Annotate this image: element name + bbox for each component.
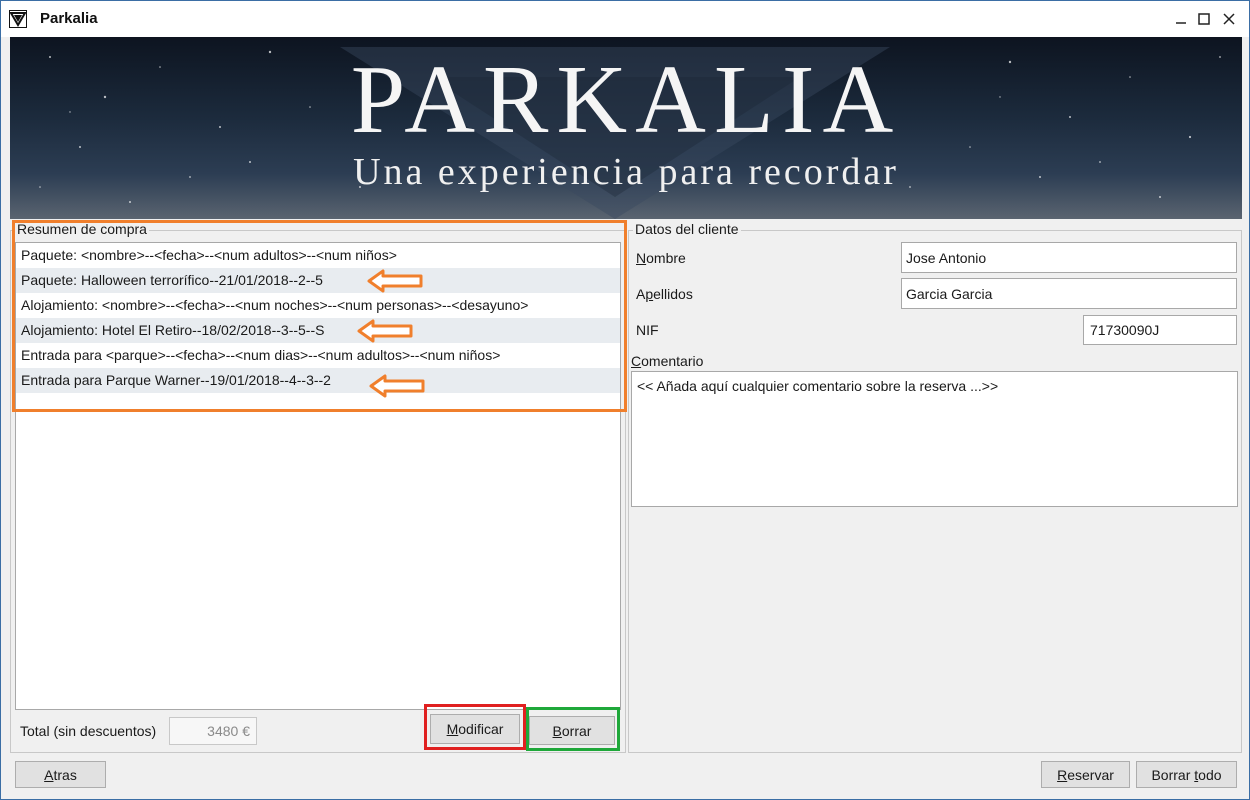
delete-button[interactable]: Borrar xyxy=(529,716,615,745)
close-icon[interactable] xyxy=(1217,7,1241,31)
nombre-label-accel: N xyxy=(636,250,647,266)
comment-field[interactable]: << Añada aquí cualquier comentario sobre… xyxy=(631,371,1238,507)
window-title: Parkalia xyxy=(40,10,98,27)
modify-label-accel: M xyxy=(446,721,459,737)
comment-label: Comentario xyxy=(631,353,703,369)
clear-label-pre: Borrar xyxy=(1151,766,1195,783)
apellidos-value: Garcia Garcia xyxy=(906,285,993,302)
total-label: Total (sin descuentos) xyxy=(20,723,157,739)
title-bar: Parkalia xyxy=(1,1,1249,37)
maximize-icon[interactable] xyxy=(1192,7,1216,31)
nif-field[interactable]: 71730090J xyxy=(1083,315,1237,345)
arrow-left-icon xyxy=(369,374,425,398)
back-button[interactable]: Atras xyxy=(15,761,106,788)
nombre-field[interactable]: Jose Antonio xyxy=(901,242,1237,273)
total-value: 3480 € xyxy=(207,723,250,739)
clear-label: odo xyxy=(1198,766,1222,783)
delete-label-accel: B xyxy=(552,722,562,739)
apellidos-label-text: ellidos xyxy=(653,286,693,302)
nombre-value: Jose Antonio xyxy=(906,249,987,266)
client-legend: Datos del cliente xyxy=(633,221,741,237)
nif-label: NIF xyxy=(636,322,659,338)
apellidos-label-pre: A xyxy=(636,286,646,302)
list-highlight-box xyxy=(12,220,627,412)
comment-label-accel: C xyxy=(631,353,642,369)
reserve-label-accel: R xyxy=(1057,766,1068,783)
modify-label: odificar xyxy=(458,721,504,737)
back-label: tras xyxy=(53,766,77,783)
minimize-icon[interactable] xyxy=(1169,7,1193,31)
total-field: 3480 € xyxy=(169,717,257,745)
arrow-left-icon xyxy=(367,269,423,293)
nombre-label: Nombre xyxy=(636,250,686,266)
app-logo-icon xyxy=(9,10,27,28)
reserve-button[interactable]: Reservar xyxy=(1041,761,1130,788)
apellidos-label: Apellidos xyxy=(636,286,693,302)
comment-label-text: omentario xyxy=(641,353,704,369)
apellidos-label-accel: p xyxy=(645,286,654,302)
apellidos-field[interactable]: Garcia Garcia xyxy=(901,278,1237,309)
banner-title: PARKALIA xyxy=(350,46,902,154)
back-label-accel: A xyxy=(44,766,54,783)
nombre-label-text: ombre xyxy=(646,250,686,266)
comment-value: << Añada aquí cualquier comentario sobre… xyxy=(637,378,999,394)
app-window: Parkalia PARKALIA Una experiencia para r… xyxy=(0,0,1250,800)
banner-subtitle: Una experiencia para recordar xyxy=(353,151,899,193)
delete-label: orrar xyxy=(561,722,592,739)
clear-all-button[interactable]: Borrar t odo xyxy=(1136,761,1237,788)
modify-button[interactable]: Modificar xyxy=(430,714,520,744)
reserve-label: eservar xyxy=(1067,766,1114,783)
arrow-left-icon xyxy=(357,319,413,343)
nif-value: 71730090J xyxy=(1090,322,1160,338)
header-banner: PARKALIA Una experiencia para recordar xyxy=(10,37,1242,219)
